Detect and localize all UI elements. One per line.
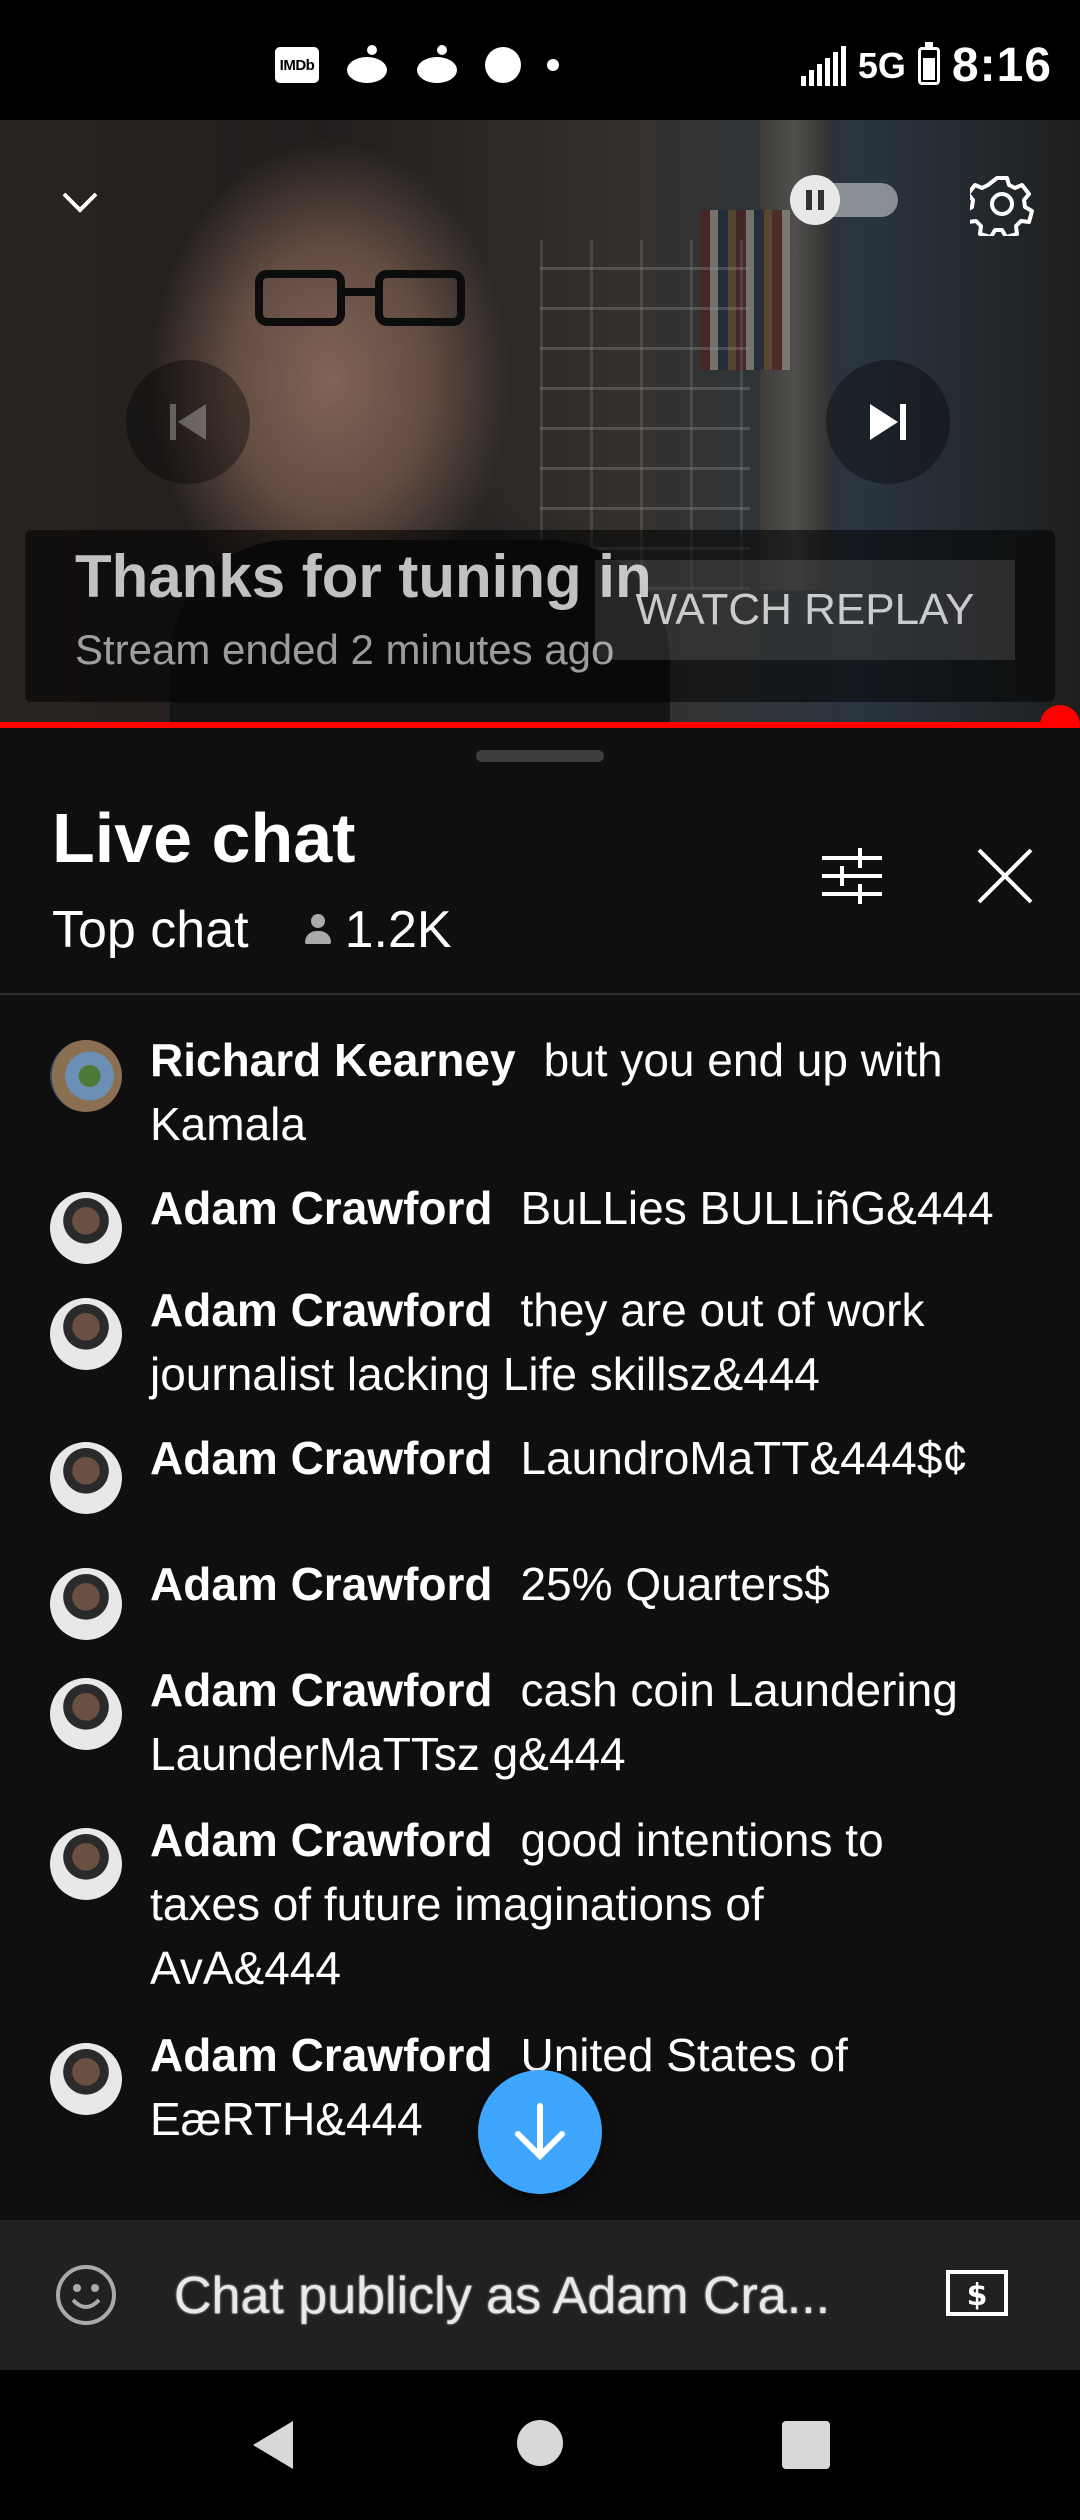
message-author[interactable]: Adam Crawford: [150, 1664, 492, 1716]
clock: 8:16: [951, 39, 1052, 92]
message-author[interactable]: Adam Crawford: [150, 2029, 492, 2081]
notification-icons: IMDb: [275, 45, 559, 85]
dot-icon: [547, 59, 559, 71]
divider: [0, 993, 1080, 995]
super-chat-icon[interactable]: $: [946, 2270, 1008, 2316]
message-text: BuLLies BULLiñG&444: [520, 1182, 994, 1234]
system-nav-bar: [0, 2370, 1080, 2520]
chat-input[interactable]: [172, 2260, 896, 2332]
chat-mode-selector[interactable]: Top chat: [52, 900, 249, 960]
avatar[interactable]: [50, 1678, 122, 1750]
arrow-down-icon: [515, 2103, 565, 2161]
viewer-count: 1.2K: [303, 900, 452, 960]
scroll-to-bottom-button[interactable]: [478, 2070, 602, 2194]
viewer-count-value: 1.2K: [344, 901, 452, 959]
battery-icon: [917, 41, 940, 85]
home-icon[interactable]: [517, 2420, 563, 2466]
avatar[interactable]: [50, 1568, 122, 1640]
chat-title: Live chat: [52, 799, 356, 877]
avatar[interactable]: [50, 1192, 122, 1264]
stream-ended-card: Thanks for tuning in Stream ended 2 minu…: [25, 530, 1055, 702]
video-player[interactable]: Thanks for tuning in Stream ended 2 minu…: [0, 120, 1080, 728]
chat-input-bar: $: [0, 2220, 1080, 2370]
svg-text:$: $: [967, 2278, 988, 2313]
drag-handle[interactable]: [476, 750, 604, 762]
message-author[interactable]: Adam Crawford: [150, 1284, 492, 1336]
recents-icon[interactable]: [782, 2421, 830, 2469]
avatar[interactable]: [50, 1828, 122, 1900]
person-icon: [303, 912, 333, 948]
live-chat-panel: Live chat Top chat 1.2K Richard Kearney b…: [0, 728, 1080, 2220]
message-author[interactable]: Adam Crawford: [150, 1182, 492, 1234]
filter-icon[interactable]: [820, 846, 884, 906]
reddit-icon: [415, 45, 459, 85]
network-type: 5G: [857, 44, 906, 86]
previous-icon: [170, 404, 206, 440]
avatar[interactable]: [50, 2043, 122, 2115]
message-text: 25% Quarters$: [520, 1558, 830, 1610]
avatar[interactable]: [50, 1040, 122, 1112]
message-author[interactable]: Adam Crawford: [150, 1814, 492, 1866]
dot-icon: [485, 47, 521, 83]
status-bar: IMDb 5G 8:16: [0, 0, 1080, 120]
close-icon[interactable]: [975, 846, 1035, 906]
watch-replay-button[interactable]: WATCH REPLAY: [595, 560, 1015, 660]
signal-icon: [800, 45, 846, 86]
end-title: Thanks for tuning in: [75, 543, 652, 610]
end-subtitle: Stream ended 2 minutes ago: [75, 626, 615, 673]
autoplay-toggle[interactable]: [790, 175, 905, 225]
next-icon: [870, 404, 906, 440]
pause-icon: [790, 175, 840, 225]
message-author[interactable]: Adam Crawford: [150, 1558, 492, 1610]
reddit-icon: [345, 45, 389, 85]
gear-icon[interactable]: [970, 172, 1034, 236]
message-author[interactable]: Richard Kearney: [150, 1034, 516, 1086]
avatar[interactable]: [50, 1298, 122, 1370]
next-button[interactable]: [826, 360, 950, 484]
emoji-icon[interactable]: [55, 2264, 117, 2326]
back-icon[interactable]: [245, 2415, 305, 2475]
chevron-down-icon[interactable]: [60, 182, 100, 222]
message-text: LaundroMaTT&444$¢: [520, 1432, 968, 1484]
avatar[interactable]: [50, 1442, 122, 1514]
previous-button[interactable]: [126, 360, 250, 484]
imdb-icon: IMDb: [275, 47, 319, 83]
message-author[interactable]: Adam Crawford: [150, 1432, 492, 1484]
